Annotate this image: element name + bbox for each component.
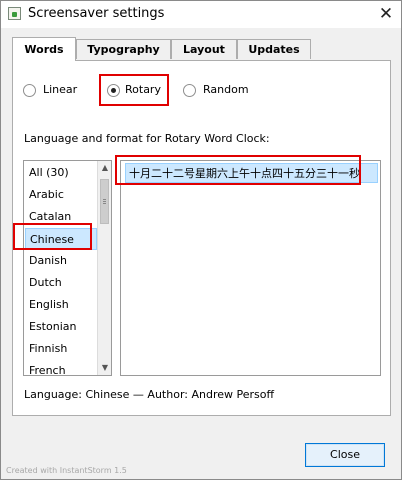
radio-random-label: Random	[203, 83, 249, 96]
settings-window: Screensaver settings ✕ Words Typography …	[0, 0, 402, 480]
language-item-danish[interactable]: Danish	[25, 250, 97, 272]
radio-rotary-button[interactable]	[107, 84, 120, 97]
tab-updates[interactable]: Updates	[237, 39, 311, 59]
watermark-text: Created with InstantStorm 1.5	[6, 466, 127, 475]
language-section-label: Language and format for Rotary Word Cloc…	[24, 132, 270, 145]
title-bar: Screensaver settings ✕	[1, 1, 401, 28]
screensaver-app-icon	[8, 7, 21, 20]
radio-linear-label: Linear	[43, 83, 78, 96]
tab-layout[interactable]: Layout	[171, 39, 237, 59]
scroll-up-arrow-icon[interactable]: ▲	[98, 161, 111, 175]
close-button[interactable]: Close	[305, 443, 385, 467]
scrollbar-thumb[interactable]	[100, 179, 109, 224]
scroll-down-arrow-icon[interactable]: ▼	[98, 361, 111, 375]
language-list-scrollbar[interactable]: ▲ ▼	[97, 161, 111, 375]
radio-rotary-label: Rotary	[125, 83, 161, 96]
language-item-catalan[interactable]: Catalan	[25, 206, 97, 228]
close-icon[interactable]: ✕	[375, 4, 397, 24]
language-item-chinese[interactable]: Chinese	[25, 228, 97, 250]
language-item-french[interactable]: French	[25, 360, 97, 375]
format-listbox[interactable]: 十月二十二号星期六上午十点四十五分三十一秒	[120, 160, 381, 376]
tab-words[interactable]: Words	[12, 37, 76, 61]
tab-typography[interactable]: Typography	[76, 39, 171, 59]
language-item-all[interactable]: All (30)	[25, 162, 97, 184]
format-item[interactable]: 十月二十二号星期六上午十点四十五分三十一秒	[125, 163, 378, 183]
language-item-finnish[interactable]: Finnish	[25, 338, 97, 360]
language-item-arabic[interactable]: Arabic	[25, 184, 97, 206]
language-listbox[interactable]: All (30) Arabic Catalan Chinese Danish D…	[23, 160, 112, 376]
radio-random-button[interactable]	[183, 84, 196, 97]
radio-linear-button[interactable]	[23, 84, 36, 97]
language-author-info: Language: Chinese — Author: Andrew Perso…	[24, 388, 275, 401]
window-title: Screensaver settings	[28, 6, 165, 21]
language-item-estonian[interactable]: Estonian	[25, 316, 97, 338]
language-item-dutch[interactable]: Dutch	[25, 272, 97, 294]
language-item-english[interactable]: English	[25, 294, 97, 316]
